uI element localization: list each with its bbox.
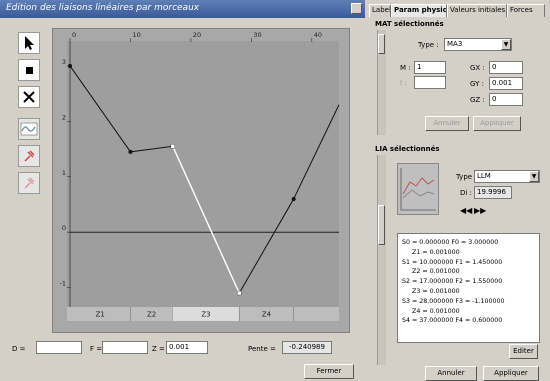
lia-scroll-thumb[interactable]: [378, 205, 385, 245]
gy-label: GY :: [470, 80, 484, 88]
chart-frame: Z1 Z2 Z3 Z4 0 10 20 30 40 3 2 1 0 -1: [52, 28, 350, 333]
list-item[interactable]: S0 = 0.000000 F0 = 3.000000: [402, 238, 535, 248]
m-label: M :: [400, 64, 411, 72]
gz-field[interactable]: 0: [489, 93, 523, 106]
lia-type-value: LLM: [477, 172, 491, 180]
control-point[interactable]: [170, 144, 176, 149]
lia-type-select[interactable]: LLM ▼: [474, 170, 540, 183]
window-title: Edition des liaisons linéaires par morce…: [0, 0, 365, 18]
x-tick-label: 20: [193, 31, 201, 39]
d-field[interactable]: [36, 341, 82, 354]
tab-labels[interactable]: Labels: [369, 4, 391, 17]
pente-value: -0.240989: [282, 341, 332, 354]
next-icon[interactable]: ▶▶: [474, 206, 486, 216]
chevron-down-icon[interactable]: ▼: [529, 171, 539, 182]
gx-field[interactable]: 0: [489, 61, 523, 74]
pin-tool-icon[interactable]: [18, 145, 40, 167]
zone-label[interactable]: Z2: [147, 311, 156, 319]
lia-section-title: LIA sélectionnés: [375, 145, 440, 153]
gx-label: GX :: [470, 64, 485, 72]
wave-curve-icon[interactable]: [18, 118, 40, 140]
delete-cross-icon[interactable]: [18, 86, 40, 108]
list-item[interactable]: S1 = 10.000000 F1 = 1.450000: [402, 258, 535, 268]
apply-button[interactable]: Appliquer: [483, 366, 539, 381]
list-item[interactable]: S4 = 37.000000 F4 = 0.600000: [402, 316, 535, 326]
x-tick-label: 0: [72, 31, 76, 39]
control-point[interactable]: [68, 63, 73, 68]
plot-area[interactable]: [67, 41, 339, 307]
control-point[interactable]: [128, 149, 133, 154]
pin-alt-tool-icon[interactable]: [18, 172, 40, 194]
tab-valeurs-initiales[interactable]: Valeurs initiales: [447, 4, 507, 17]
properties-panel: Labels Param physiques Valeurs initiales…: [367, 0, 550, 381]
y-tick-label: 3: [62, 58, 66, 66]
y-tick-label: 2: [62, 113, 66, 121]
list-item[interactable]: S2 = 17.000000 F2 = 1.550000: [402, 277, 535, 287]
i-label: I :: [400, 79, 407, 87]
zone-label[interactable]: Z3: [201, 311, 210, 319]
list-item[interactable]: Z3 = 0.001000: [402, 287, 535, 297]
control-point[interactable]: [291, 196, 296, 201]
pente-label: Pente =: [248, 345, 276, 353]
z-label: Z =: [152, 345, 165, 353]
window-close-icon[interactable]: [351, 3, 362, 14]
tab-param-physiques[interactable]: Param physiques: [391, 4, 447, 17]
mat-apply-button[interactable]: Appliquer: [473, 116, 521, 131]
cancel-button[interactable]: Annuler: [425, 366, 477, 381]
di-label: Di :: [460, 189, 472, 197]
tool-palette: [8, 32, 44, 194]
piecewise-link-editor-window: Edition des liaisons linéaires par morce…: [0, 0, 365, 380]
list-item[interactable]: S3 = 28.000000 F3 = -1.100000: [402, 297, 535, 307]
i-field[interactable]: [414, 76, 446, 89]
close-button[interactable]: Fermer: [304, 364, 354, 379]
zone-label[interactable]: Z1: [96, 311, 105, 319]
piecewise-chart[interactable]: Z1 Z2 Z3 Z40 10 20 30 403210-1: [53, 29, 349, 332]
zone-label[interactable]: Z4: [262, 311, 272, 319]
lia-curve-preview: [397, 163, 439, 215]
y-tick-label: 1: [62, 169, 66, 177]
list-item[interactable]: Z2 = 0.001000: [402, 267, 535, 277]
chevron-down-icon[interactable]: ▼: [501, 39, 511, 50]
lia-scrollbar[interactable]: [377, 155, 386, 365]
mat-type-select[interactable]: MA3 ▼: [444, 38, 512, 51]
x-tick-label: 10: [132, 31, 140, 39]
x-tick-label: 40: [314, 31, 322, 39]
list-item[interactable]: Z4 = 0.001000: [402, 307, 535, 317]
mat-cancel-button[interactable]: Annuler: [425, 116, 469, 131]
z-field[interactable]: 0.001: [166, 341, 208, 354]
tab-bar: Labels Param physiques Valeurs initiales…: [367, 4, 550, 18]
square-tool-icon[interactable]: [18, 59, 40, 81]
edit-button[interactable]: Editer: [509, 344, 538, 359]
di-value: 19.9996: [474, 186, 512, 199]
y-tick-label: 0: [62, 224, 66, 232]
mat-scroll-thumb[interactable]: [378, 34, 385, 54]
mat-scrollbar[interactable]: [377, 30, 386, 135]
x-tick-label: 30: [253, 31, 261, 39]
d-label: D =: [12, 345, 26, 353]
gy-field[interactable]: 0.001: [489, 77, 523, 90]
y-tick-label: -1: [60, 280, 66, 288]
segment-list[interactable]: S0 = 0.000000 F0 = 3.000000 Z1 = 0.001000…: [397, 233, 540, 343]
mat-type-value: MA3: [447, 40, 463, 48]
select-arrow-icon[interactable]: [18, 32, 40, 54]
mat-section-title: MAT sélectionnés: [375, 20, 444, 28]
list-item[interactable]: Z1 = 0.001000: [402, 248, 535, 258]
f-label: F =: [90, 345, 103, 353]
tab-forces[interactable]: Forces: [507, 4, 545, 17]
f-field[interactable]: [102, 341, 148, 354]
curve-preview-icon: [398, 164, 438, 214]
control-point[interactable]: [237, 290, 242, 296]
gz-label: GZ :: [470, 96, 485, 104]
mat-type-label: Type :: [418, 41, 439, 49]
m-field[interactable]: 1: [414, 61, 446, 74]
previous-icon[interactable]: ◀◀: [460, 206, 472, 216]
